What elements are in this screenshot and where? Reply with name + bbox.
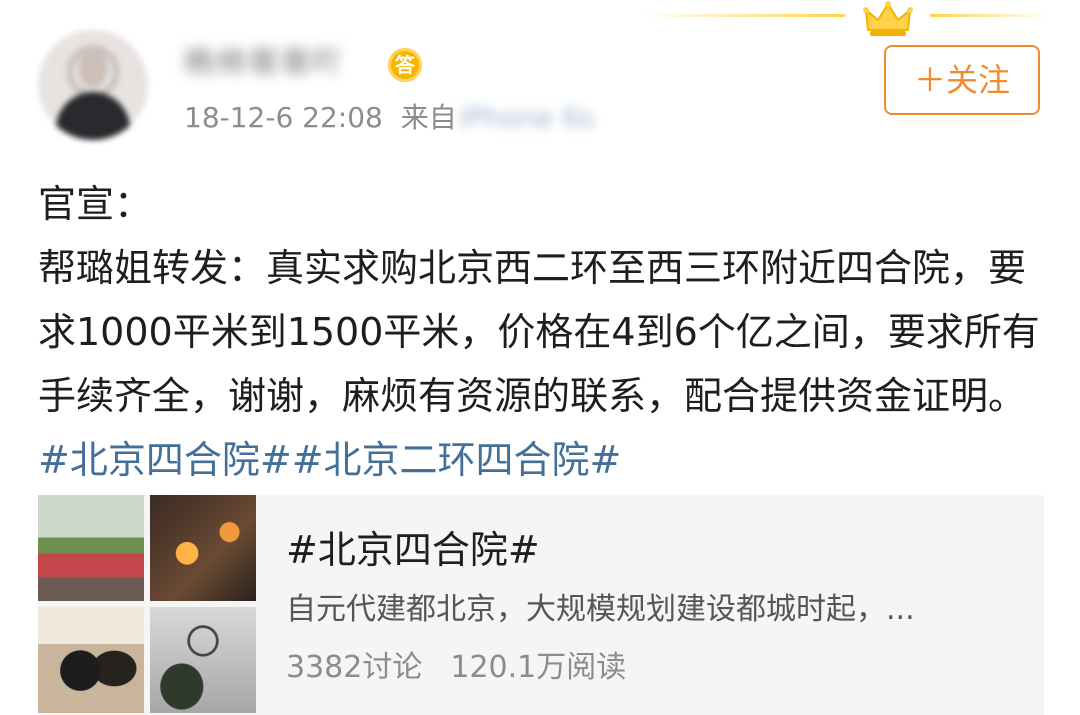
discussion-count: 3382讨论 <box>286 650 423 685</box>
topic-description: 自元代建都北京，大规模规划建设都城时起，... <box>286 592 915 627</box>
read-count: 120.1万阅读 <box>450 650 627 685</box>
thumbnail-image <box>38 607 144 713</box>
follow-button[interactable]: ＋关注 <box>884 45 1040 115</box>
thumbnail-image <box>150 495 256 601</box>
username[interactable]: 杨帅哥哥吖 <box>184 42 344 86</box>
hashtag-link[interactable]: #北京四合院# <box>38 438 292 482</box>
hashtag-link[interactable]: #北京二环四合院# <box>292 438 622 482</box>
avatar[interactable] <box>38 30 148 140</box>
topic-thumbnails <box>38 495 256 715</box>
thumbnail-image <box>38 495 144 601</box>
gold-line-right <box>930 14 1050 17</box>
answer-badge-icon: 答 <box>388 48 422 82</box>
topic-card[interactable]: #北京四合院# 自元代建都北京，大规模规划建设都城时起，... 3382讨论 12… <box>38 495 1044 715</box>
source-prefix: 来自 <box>400 101 457 134</box>
post-body-text: 帮璐姐转发：真实求购北京西二环至西三环附近四合院，要求1000平米到1500平米… <box>38 246 1040 418</box>
topic-title: #北京四合院# <box>286 528 540 572</box>
gold-line-left <box>640 14 845 17</box>
post-text: 帮璐姐转发：真实求购北京西二环至西三环附近四合院，要求1000平米到1500平米… <box>38 236 1048 492</box>
source-device[interactable]: iPhone 6s <box>459 101 595 134</box>
thumbnail-image <box>150 607 256 713</box>
post-title-line: 官宣： <box>38 182 153 226</box>
post-body: 官宣： 帮璐姐转发：真实求购北京西二环至西三环附近四合院，要求1000平米到15… <box>38 172 1048 492</box>
post-meta: 18-12-6 22:08 来自iPhone 6s <box>184 98 595 138</box>
topic-stats: 3382讨论 120.1万阅读 <box>286 648 626 688</box>
timestamp: 18-12-6 22:08 <box>184 101 383 134</box>
crown-icon <box>863 1 913 36</box>
